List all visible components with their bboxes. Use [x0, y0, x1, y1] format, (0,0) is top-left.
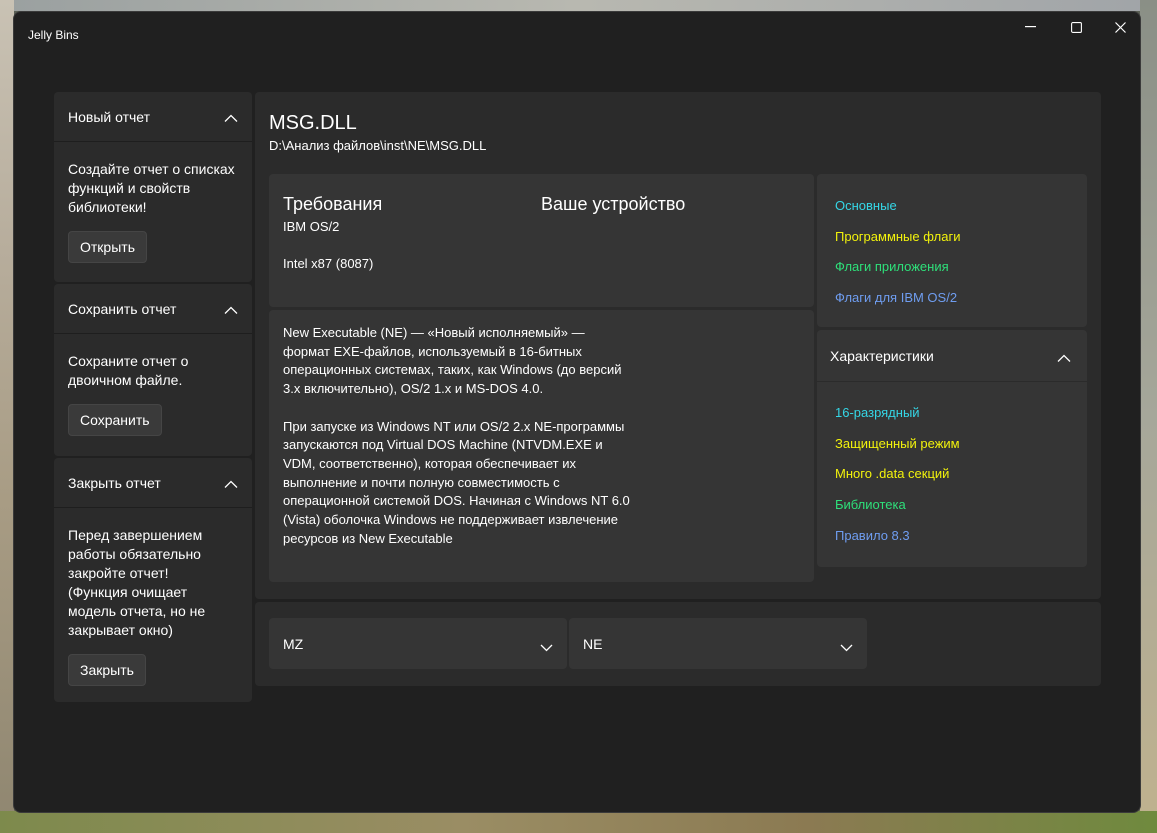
flag-link[interactable]: Флаги для IBM OS/2 [817, 285, 1087, 316]
chevron-up-icon[interactable] [224, 476, 238, 492]
close-button[interactable] [1098, 12, 1140, 42]
description-panel: New Executable (NE) — «Новый исполняемый… [269, 310, 814, 582]
close-report-header[interactable]: Закрыть отчет [54, 458, 252, 508]
file-name: MSG.DLL [269, 112, 357, 134]
save-report-header[interactable]: Сохранить отчет [54, 284, 252, 334]
required-os: IBM OS/2 [283, 219, 340, 234]
desktop-background-left [0, 0, 14, 833]
flag-link[interactable]: Программные флаги [817, 224, 1087, 255]
chevron-up-icon[interactable] [224, 302, 238, 318]
save-report-title: Сохранить отчет [68, 300, 177, 317]
desktop-background-top [0, 0, 1157, 11]
characteristic-item: 16-разрядный [835, 405, 920, 420]
ne-select-value: NE [583, 635, 603, 652]
characteristics-header[interactable]: Характеристики [817, 330, 1087, 382]
flag-link[interactable]: Флаги приложения [817, 254, 1087, 285]
characteristics-title: Характеристики [830, 347, 934, 364]
chevron-down-icon [840, 639, 853, 655]
close-icon [1114, 21, 1126, 33]
characteristic-item: Библиотека [835, 497, 906, 513]
characteristic-item: Правило 8.3 [835, 527, 910, 543]
title-bar[interactable]: Jelly Bins [14, 12, 1140, 44]
description-paragraph: New Executable (NE) — «Новый исполняемый… [283, 325, 622, 397]
required-cpu: Intel x87 (8087) [283, 256, 374, 271]
close-report-title: Закрыть отчет [68, 474, 161, 491]
save-report-card: Сохранить отчет Сохраните отчет о двоичн… [54, 284, 252, 456]
characteristic-item: Защищенный режим [835, 435, 960, 451]
new-report-title: Новый отчет [68, 108, 151, 125]
requirements-panel: Требования Ваше устройство IBM OS/2 Inte… [269, 174, 814, 307]
app-title: Jelly Bins [28, 28, 79, 42]
desktop-background-right [1140, 0, 1157, 833]
chevron-up-icon[interactable] [1057, 350, 1071, 366]
new-report-header[interactable]: Новый отчет [54, 92, 252, 142]
device-title: Ваше устройство [541, 194, 686, 214]
minimize-icon [1024, 26, 1036, 28]
characteristic-item: Много .data секций [835, 466, 950, 482]
sidebar: Новый отчет Создайте отчет о списках фун… [54, 92, 252, 704]
characteristics-list: 16-разрядный Защищенный режим Много .data … [817, 382, 1087, 553]
requirements-title: Требования [283, 194, 383, 214]
mz-select-value: MZ [283, 635, 304, 652]
close-report-button[interactable]: Закрыть [68, 654, 146, 686]
flag-link[interactable]: Основные [817, 193, 1087, 224]
close-report-card: Закрыть отчет Перед завершением работы о… [54, 458, 252, 702]
app-window: Jelly Bins Новый отчет Создайте отчет о … [13, 11, 1141, 813]
header-selector-bar: MZ NE [255, 602, 1101, 686]
minimize-button[interactable] [1008, 12, 1052, 42]
chevron-down-icon [540, 639, 553, 655]
file-path: D:\Анализ файлов\inst\NE\MSG.DLL [269, 138, 487, 153]
new-report-card: Новый отчет Создайте отчет о списках фун… [54, 92, 252, 282]
desktop-background-bottom [0, 811, 1157, 833]
new-report-text: Создайте отчет о списках функций и свойс… [68, 161, 235, 215]
ne-header-select[interactable]: NE [569, 618, 867, 669]
flags-panel: Основные Программные флаги Флаги приложени… [817, 174, 1087, 327]
main-panel: MSG.DLL D:\Анализ файлов\inst\NE\MSG.DLL… [255, 92, 1101, 599]
maximize-icon [1070, 21, 1082, 33]
close-report-text: Перед завершением работы обязательно зак… [68, 527, 206, 638]
description-paragraph: При запуске из Windows NT или OS/2 2.x N… [283, 418, 630, 546]
maximize-button[interactable] [1054, 12, 1098, 42]
open-button[interactable]: Открыть [68, 231, 147, 263]
mz-header-select[interactable]: MZ [269, 618, 567, 669]
save-report-text: Сохраните отчет о двоичном файле. [68, 353, 189, 388]
save-button[interactable]: Сохранить [68, 404, 162, 436]
chevron-up-icon[interactable] [224, 110, 238, 126]
characteristics-panel: Характеристики 16-разрядный Защищенный ре… [817, 330, 1087, 567]
